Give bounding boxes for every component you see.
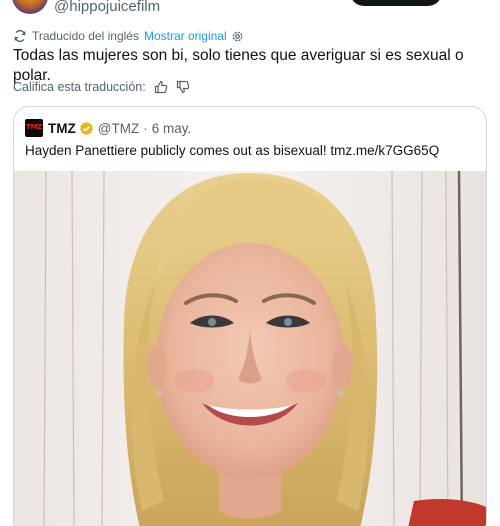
quoted-author-name[interactable]: TMZ (48, 121, 76, 136)
quoted-tweet-photo[interactable] (14, 171, 486, 526)
rate-translation: Califica esta traducción: (13, 78, 190, 96)
quoted-tweet[interactable]: TMZ TMZ @TMZ · 6 may. Hayden Panettiere … (13, 106, 487, 526)
tmz-avatar[interactable]: TMZ (25, 119, 43, 137)
author-handle[interactable]: @hippojuicefilm (54, 0, 160, 16)
author-row: @hippojuicefilm (12, 0, 488, 16)
tmz-avatar-text: TMZ (26, 123, 42, 131)
quoted-author-handle[interactable]: @TMZ (98, 121, 139, 136)
follow-button[interactable] (350, 0, 442, 6)
thumbs-up-icon[interactable] (154, 80, 168, 94)
translation-meta: Traducido del inglés Mostrar original (13, 28, 244, 44)
show-original-link[interactable]: Mostrar original (144, 29, 227, 43)
gear-icon[interactable] (231, 30, 244, 43)
translation-status: Traducido del inglés (32, 29, 139, 43)
rate-translation-label: Califica esta traducción: (13, 80, 146, 94)
quoted-tweet-header: TMZ TMZ @TMZ · 6 may. (25, 119, 191, 137)
dot-separator: · (143, 120, 148, 136)
translate-icon (13, 29, 27, 43)
thumbs-down-icon[interactable] (176, 80, 190, 94)
verified-badge-icon (79, 121, 94, 136)
quoted-tweet-text: Hayden Panettiere publicly comes out as … (25, 143, 440, 158)
tweet-view: @hippojuicefilm Traducido del inglés Mos… (0, 0, 500, 526)
quoted-tweet-date[interactable]: 6 may. (152, 121, 192, 136)
author-avatar[interactable] (12, 0, 48, 14)
portrait-illustration (14, 171, 486, 526)
